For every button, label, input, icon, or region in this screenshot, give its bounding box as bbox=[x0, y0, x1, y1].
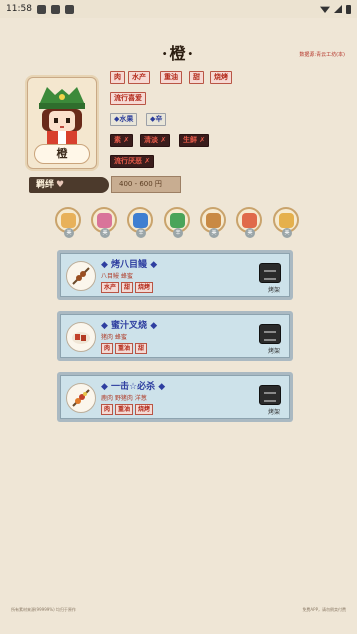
recipe-tag: 肉 bbox=[101, 343, 114, 354]
donut-icon bbox=[205, 212, 221, 228]
cooking-tool-label: 烤架 bbox=[267, 348, 280, 355]
grill-icon bbox=[259, 385, 281, 405]
grill-icon bbox=[259, 263, 281, 283]
recipe-name: ◆ 烤八目鳗 ◆ bbox=[101, 260, 158, 270]
tag-bbq: 烧烤 bbox=[210, 71, 232, 84]
character-avatar-card[interactable]: 橙 bbox=[27, 77, 97, 169]
character-name: 橙 bbox=[34, 144, 90, 164]
footer-credit: 所有素材来源(99999%) 均归于原作 bbox=[11, 607, 76, 612]
recipe-ingredients: 猪肉 蜂蜜 bbox=[101, 334, 127, 341]
wifi-icon bbox=[320, 6, 330, 13]
ingredient-item[interactable]: 美 bbox=[236, 207, 262, 238]
battery-icon bbox=[346, 4, 351, 14]
tag-popular-dislike: 流行厌恶 ✗ bbox=[110, 155, 155, 168]
character-portrait bbox=[33, 81, 91, 145]
ingredient-badge: 美 bbox=[64, 228, 74, 238]
recipe-tag: 烧烤 bbox=[135, 282, 154, 293]
sim-icon bbox=[50, 4, 60, 14]
char-siu-dish-icon bbox=[66, 322, 96, 352]
recipe-tag: 甜 bbox=[135, 343, 148, 354]
tag-fruit: ◆水果 bbox=[110, 113, 138, 126]
ingredient-badge: 美 bbox=[100, 228, 110, 238]
price-range: 400 - 600 円 bbox=[111, 176, 181, 193]
ingredient-item[interactable]: 美 bbox=[200, 207, 226, 238]
cooking-tool-label: 烤架 bbox=[267, 409, 280, 416]
status-time: 11:58 bbox=[6, 4, 32, 14]
tag-popular-like: 流行喜爱 bbox=[110, 92, 146, 105]
heart-icon: ♥ bbox=[56, 180, 65, 190]
recipe-tag: 烧烤 bbox=[135, 404, 154, 415]
tag-vegetarian-dislike: 素 ✗ bbox=[110, 134, 134, 147]
recipe-tag: 肉 bbox=[101, 404, 114, 415]
recipe-tag: 重油 bbox=[115, 404, 134, 415]
recipe-tag: 甜 bbox=[121, 282, 134, 293]
tag-sweet: 甜 bbox=[189, 71, 204, 84]
recipe-card[interactable]: ◆ 烤八目鳗 ◆ 八目鳗 蜂蜜 水产 甜 烧烤 烤架 bbox=[57, 250, 293, 300]
tag-seafood: 水产 bbox=[128, 71, 150, 84]
skewer-dish-icon bbox=[66, 383, 96, 413]
recipe-tag: 水产 bbox=[101, 282, 120, 293]
drink-icon bbox=[132, 212, 148, 228]
notification-icon bbox=[36, 4, 46, 14]
ingredient-badge: 美 bbox=[282, 228, 292, 238]
pudding-icon bbox=[60, 212, 76, 228]
tag-raw-dislike: 生鲜 ✗ bbox=[179, 134, 210, 147]
recipe-name: ◆ 蜜汁叉烧 ◆ bbox=[101, 321, 158, 331]
ingredient-item[interactable]: 辛 bbox=[164, 207, 190, 238]
data-source-label: 数据源:青云工坊(本) bbox=[299, 52, 345, 58]
tag-light-dislike: 清淡 ✗ bbox=[140, 134, 171, 147]
bond-badge[interactable]: 羁绊 ♥ bbox=[29, 177, 109, 193]
recipe-card[interactable]: ◆ 一击☆必杀 ◆ 鹿肉 野猪肉 洋葱 肉 重油 烧烤 烤架 bbox=[57, 372, 293, 422]
recipe-name: ◆ 一击☆必杀 ◆ bbox=[101, 382, 166, 392]
grill-icon bbox=[259, 324, 281, 344]
parfait-icon bbox=[241, 212, 257, 228]
bond-label: 羁绊 bbox=[36, 180, 55, 190]
tag-spicy: ◆辛 bbox=[146, 113, 167, 126]
footer-notice: 免费APP，请勿倒卖付费 bbox=[302, 607, 346, 612]
recipe-ingredients: 鹿肉 野猪肉 洋葱 bbox=[101, 395, 147, 402]
ingredient-item[interactable]: 美 bbox=[273, 207, 299, 238]
ingredient-item[interactable]: 美 bbox=[55, 207, 81, 238]
matcha-icon bbox=[169, 212, 185, 228]
screenshot-icon bbox=[64, 4, 74, 14]
recipe-ingredients: 八目鳗 蜂蜜 bbox=[101, 273, 133, 280]
ingredient-badge: 美 bbox=[245, 228, 255, 238]
cake-icon bbox=[96, 212, 112, 228]
ingredient-item[interactable]: 辛 bbox=[127, 207, 153, 238]
tag-meat: 肉 bbox=[110, 71, 125, 84]
grilled-eel-dish-icon bbox=[66, 261, 96, 291]
ingredient-badge: 辛 bbox=[136, 228, 146, 238]
ingredient-badge: 辛 bbox=[173, 228, 183, 238]
recipe-tag: 重油 bbox=[115, 343, 134, 354]
ingredient-item[interactable]: 美 bbox=[91, 207, 117, 238]
recipe-card[interactable]: ◆ 蜜汁叉烧 ◆ 猪肉 蜂蜜 肉 重油 甜 烤架 bbox=[57, 311, 293, 361]
ingredient-badge: 美 bbox=[209, 228, 219, 238]
cooking-tool-label: 烤架 bbox=[267, 287, 280, 294]
pie-icon bbox=[278, 212, 294, 228]
signal-icon bbox=[334, 5, 342, 13]
status-bar: 11:58 bbox=[0, 0, 357, 18]
tag-heavy-oil: 重油 bbox=[160, 71, 182, 84]
